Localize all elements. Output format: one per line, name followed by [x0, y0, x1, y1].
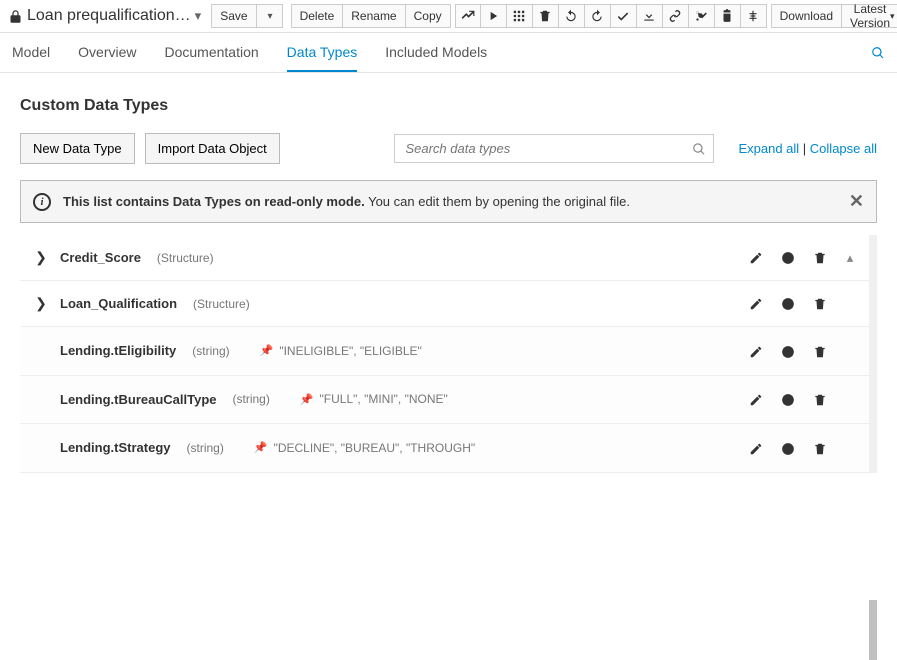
trash-icon[interactable] [533, 4, 559, 28]
tab-data-types[interactable]: Data Types [287, 34, 358, 72]
list-row: Lending.tEligibility (string) 📌 "INELIGIB… [20, 327, 869, 376]
row-constraints: "INELIGIBLE", "ELIGIBLE" [279, 344, 421, 358]
delete-icon[interactable] [813, 343, 827, 359]
cut-icon[interactable] [689, 4, 715, 28]
title-dropdown[interactable]: ▾ [195, 8, 202, 24]
edit-icon[interactable] [749, 392, 763, 408]
alert-close-icon[interactable]: ✕ [849, 191, 864, 212]
delete-icon[interactable] [813, 250, 827, 266]
pin-icon: 📌 [300, 393, 314, 406]
add-icon[interactable] [781, 296, 795, 312]
delete-icon[interactable] [813, 440, 827, 456]
top-toolbar: Loan prequalification… ▾ Save Delete Ren… [0, 0, 897, 33]
grid-icon[interactable] [507, 4, 533, 28]
data-type-list: ❯ Credit_Score (Structure) ▴ ❯ Loan_Qual… [20, 235, 877, 473]
edit-icon[interactable] [749, 440, 763, 456]
import-data-object-button[interactable]: Import Data Object [145, 133, 280, 164]
arrow-up-icon[interactable]: ▴ [845, 250, 855, 266]
run-icon[interactable] [481, 4, 507, 28]
row-name: Lending.tBureauCallType [60, 392, 217, 407]
collapse-all-link[interactable]: Collapse all [810, 141, 877, 156]
expand-all-link[interactable]: Expand all [738, 141, 799, 156]
row-type: (string) [192, 344, 229, 358]
delete-button[interactable]: Delete [291, 4, 344, 28]
file-title: Loan prequalification… [27, 7, 191, 25]
tab-overview[interactable]: Overview [78, 34, 136, 72]
undo-icon[interactable] [559, 4, 585, 28]
link-icon[interactable] [663, 4, 689, 28]
list-row: Lending.tBureauCallType (string) 📌 "FULL"… [20, 376, 869, 425]
add-icon[interactable] [781, 250, 795, 266]
validate-icon[interactable] [455, 4, 481, 28]
row-name: Credit_Score [60, 250, 141, 265]
edit-icon[interactable] [749, 250, 763, 266]
row-constraints: "DECLINE", "BUREAU", "THROUGH" [274, 441, 476, 455]
delete-icon[interactable] [813, 392, 827, 408]
tab-model[interactable]: Model [12, 34, 50, 72]
scrollbar-thumb[interactable] [869, 600, 877, 660]
check-icon[interactable] [611, 4, 637, 28]
readonly-alert: i This list contains Data Types on read-… [20, 180, 877, 223]
row-name: Loan_Qualification [60, 296, 177, 311]
chevron-right-icon[interactable]: ❯ [34, 249, 48, 266]
paste-icon[interactable] [715, 4, 741, 28]
copy-button[interactable]: Copy [406, 4, 451, 28]
row-name: Lending.tEligibility [60, 343, 176, 358]
alert-rest: You can edit them by opening the origina… [365, 194, 630, 209]
download-small-icon[interactable] [637, 4, 663, 28]
save-dropdown[interactable] [257, 4, 283, 28]
tabs-bar: Model Overview Documentation Data Types … [0, 33, 897, 73]
version-dropdown[interactable]: Latest Version ▾ [842, 4, 897, 28]
pin-icon: 📌 [254, 441, 268, 454]
download-button[interactable]: Download [771, 4, 842, 28]
new-data-type-button[interactable]: New Data Type [20, 133, 135, 164]
delete-icon[interactable] [813, 296, 827, 312]
tab-documentation[interactable]: Documentation [165, 34, 259, 72]
add-icon[interactable] [781, 343, 795, 359]
lock-icon [8, 8, 23, 24]
tab-included-models[interactable]: Included Models [385, 34, 487, 72]
edit-icon[interactable] [749, 343, 763, 359]
list-row: ❯ Credit_Score (Structure) ▴ [20, 235, 869, 281]
row-type: (Structure) [157, 251, 214, 265]
add-icon[interactable] [781, 440, 795, 456]
save-button[interactable]: Save [211, 4, 256, 28]
section-title: Custom Data Types [20, 97, 877, 115]
row-name: Lending.tStrategy [60, 440, 171, 455]
row-type: (string) [233, 392, 270, 406]
search-field-icon[interactable] [692, 141, 706, 157]
add-icon[interactable] [781, 392, 795, 408]
pin-icon: 📌 [260, 344, 274, 357]
list-row: ❯ Loan_Qualification (Structure) [20, 281, 869, 327]
edit-icon[interactable] [749, 296, 763, 312]
row-type: (string) [187, 441, 224, 455]
rename-button[interactable]: Rename [343, 4, 405, 28]
chevron-right-icon[interactable]: ❯ [34, 295, 48, 312]
search-input[interactable] [394, 134, 714, 163]
redo-icon[interactable] [585, 4, 611, 28]
tree-icon[interactable] [741, 4, 767, 28]
list-row: Lending.tStrategy (string) 📌 "DECLINE", "… [20, 424, 869, 473]
link-separator: | [799, 141, 810, 156]
row-constraints: "FULL", "MINI", "NONE" [320, 392, 448, 406]
row-type: (Structure) [193, 297, 250, 311]
info-icon: i [33, 193, 51, 211]
alert-bold: This list contains Data Types on read-on… [63, 194, 365, 209]
search-icon[interactable] [871, 45, 885, 61]
